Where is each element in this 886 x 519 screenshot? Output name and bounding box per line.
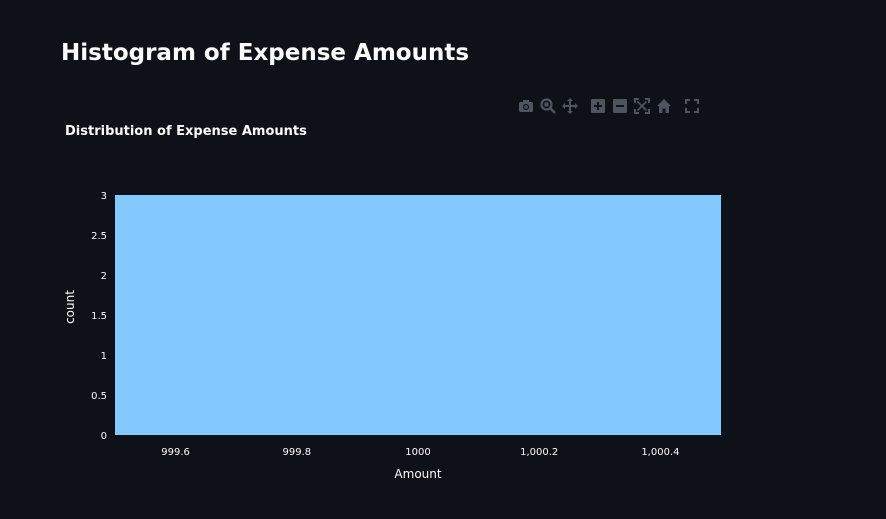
chart-title: Distribution of Expense Amounts [65,124,307,139]
histogram-svg: Distribution of Expense Amounts 999.6 999… [63,124,721,481]
fullscreen-button[interactable] [684,98,700,114]
zoom-in-button[interactable] [590,98,606,114]
fullscreen-icon [685,99,699,113]
histogram-bar-0[interactable] [115,195,721,435]
reset-axes-button[interactable] [656,98,672,114]
y-axis-ticks: 0 0.5 1 1.5 2 2.5 3 [91,191,107,442]
y-tick-label: 3 [101,191,107,202]
y-tick-label: 2.5 [91,231,107,242]
pan-icon [562,98,578,114]
x-tick-label: 1,000.2 [520,447,558,458]
zoom-out-icon [613,99,627,113]
zoom-in-icon [591,99,605,113]
camera-icon [519,100,533,112]
chart-modebar [518,98,706,114]
y-axis-label: count [63,290,77,324]
x-tick-label: 1000 [405,447,430,458]
autoscale-icon [634,98,650,114]
y-tick-label: 0 [101,431,107,442]
zoom-out-button[interactable] [612,98,628,114]
histogram-chart: Distribution of Expense Amounts 999.6 999… [0,92,886,519]
pan-button[interactable] [562,98,578,114]
zoom-button[interactable] [540,98,556,114]
zoom-icon [540,98,556,114]
page-title: Histogram of Expense Amounts [61,40,470,66]
page: Histogram of Expense Amounts Distributio… [0,0,886,519]
x-tick-label: 999.6 [161,447,190,458]
y-tick-label: 0.5 [91,391,107,402]
y-tick-label: 1.5 [91,311,107,322]
plot-area[interactable] [115,195,721,435]
download-plot-button[interactable] [518,98,534,114]
y-tick-label: 1 [101,351,107,362]
y-tick-label: 2 [101,271,107,282]
autoscale-button[interactable] [634,98,650,114]
home-icon [657,99,671,113]
x-axis-ticks: 999.6 999.8 1000 1,000.2 1,000.4 [161,447,679,458]
x-tick-label: 1,000.4 [641,447,679,458]
x-tick-label: 999.8 [282,447,311,458]
x-axis-label: Amount [394,467,441,481]
